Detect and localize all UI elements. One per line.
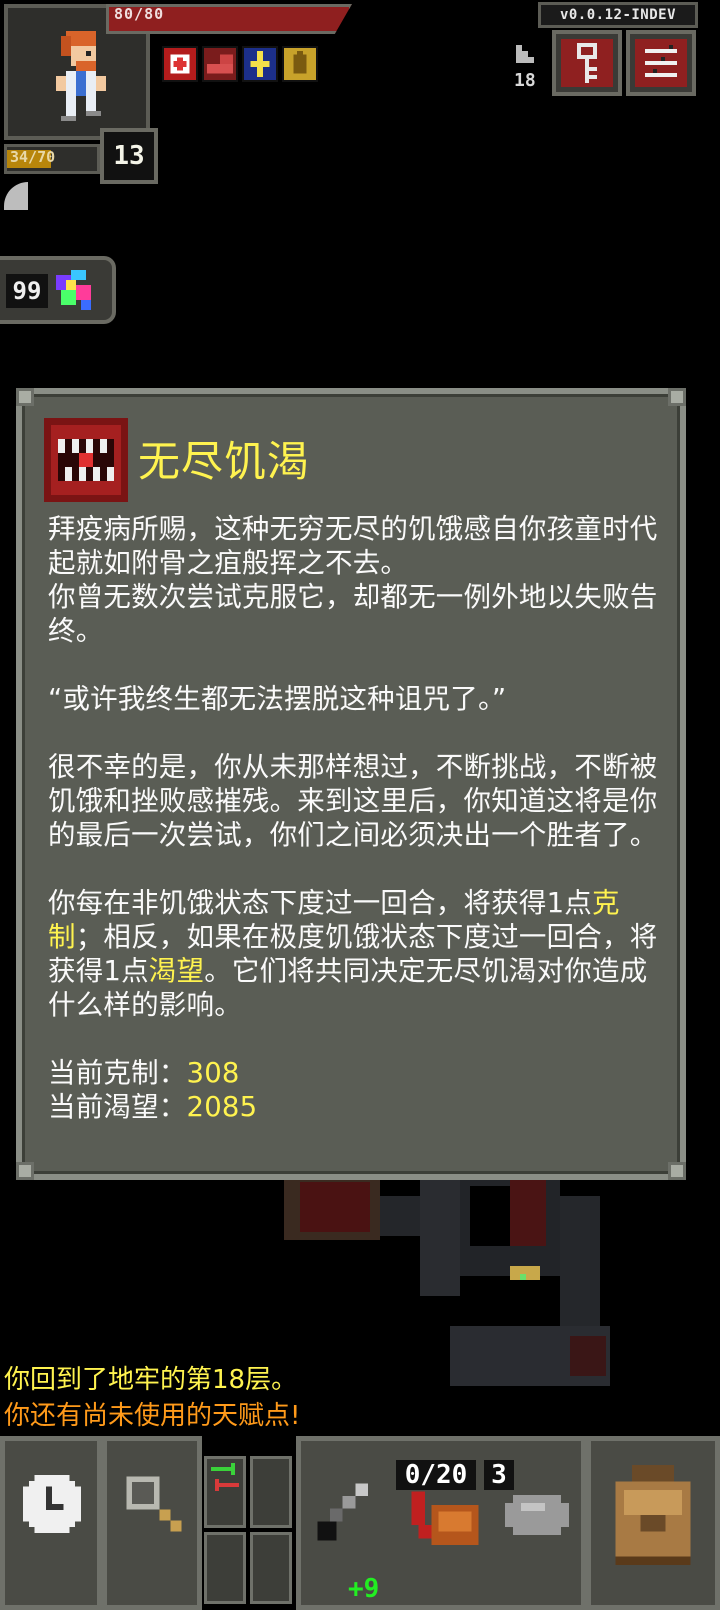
quickslot-counter: 0/20 bbox=[396, 1460, 476, 1490]
bless-buff-icon[interactable] bbox=[242, 46, 278, 82]
dialog-corner-stud bbox=[668, 388, 686, 406]
empty-slot[interactable] bbox=[204, 1532, 246, 1604]
search-button[interactable] bbox=[102, 1436, 202, 1610]
medkit-buff-icon[interactable] bbox=[162, 46, 198, 82]
dialog-title: 无尽饥渴 bbox=[138, 437, 311, 486]
magnifier-icon bbox=[126, 1476, 182, 1532]
light-buff-icon[interactable] bbox=[282, 46, 318, 82]
dungeon-map[interactable] bbox=[280, 1176, 620, 1396]
experience-text: 34/70 bbox=[10, 148, 56, 166]
version-label: v0.0.12-INDEV bbox=[538, 2, 698, 28]
menu-icon bbox=[645, 45, 677, 77]
dialog-paragraph: 拜疫病所赐，这种无穷无尽的饥饿感自你孩童时代起就如附骨之疽般挥之不去。 bbox=[48, 513, 658, 579]
journal-button[interactable] bbox=[552, 30, 622, 96]
dialog-body: 拜疫病所赐，这种无穷无尽的饥饿感自你孩童时代起就如附骨之疽般挥之不去。 你曾无数… bbox=[48, 512, 666, 1124]
dialog-corner-stud bbox=[668, 1162, 686, 1180]
weapon-icon bbox=[317, 1483, 368, 1541]
restraint-stat: 当前克制：308 bbox=[48, 1057, 240, 1089]
key-icon bbox=[577, 43, 597, 83]
backpack-button[interactable] bbox=[586, 1436, 720, 1610]
backpack-icon bbox=[615, 1465, 691, 1565]
empty-slot[interactable] bbox=[250, 1456, 292, 1528]
craving-stat: 当前渴望：2085 bbox=[48, 1091, 258, 1123]
stone-icon bbox=[505, 1495, 569, 1535]
weapon-upgrade-level: +9 bbox=[348, 1574, 380, 1604]
quickslot-count: 3 bbox=[484, 1460, 514, 1490]
quickslot-swap-grid[interactable] bbox=[204, 1456, 296, 1610]
hero-level: 13 bbox=[100, 128, 158, 184]
hunger-buff-icon[interactable] bbox=[202, 46, 238, 82]
dialog-corner-stud bbox=[16, 1162, 34, 1180]
gauge-value: 99 bbox=[6, 274, 48, 308]
empty-slot[interactable] bbox=[250, 1532, 292, 1604]
swap-icon bbox=[211, 1463, 239, 1491]
dialog-quote: “或许我终生都无法摆脱这种诅咒了。” bbox=[48, 683, 507, 715]
hero-portrait-icon bbox=[56, 31, 106, 121]
clock-icon bbox=[23, 1475, 81, 1533]
depth-indicator: 18 bbox=[514, 70, 536, 91]
stairs-icon bbox=[516, 45, 534, 63]
glitch-icon bbox=[56, 270, 91, 310]
log-line: 你回到了地牢的第18层。 bbox=[4, 1365, 298, 1395]
log-line: 你还有尚未使用的天赋点! bbox=[4, 1401, 301, 1431]
quarter-dial-icon bbox=[4, 182, 28, 210]
dialog-paragraph: 你每在非饥饿状态下度过一回合，将获得1点克制；相反，如果在极度饥饿状态下度过一回… bbox=[48, 887, 658, 1021]
meat-icon bbox=[411, 1491, 479, 1545]
dialog-corner-stud bbox=[16, 388, 34, 406]
gaping-maw-icon bbox=[44, 418, 128, 502]
craving-keyword[interactable]: 渴望 bbox=[149, 955, 204, 987]
dialog-paragraph: 你曾无数次尝试克服它，却都无一例外地以失败告终。 bbox=[48, 581, 658, 647]
wait-button[interactable] bbox=[0, 1436, 102, 1610]
health-text: 80/80 bbox=[114, 5, 165, 23]
menu-button[interactable] bbox=[626, 30, 696, 96]
swap-slot[interactable] bbox=[204, 1456, 246, 1528]
game-log: 你回到了地牢的第18层。 你还有尚未使用的天赋点! bbox=[4, 1362, 300, 1434]
dialog-paragraph: 很不幸的是，你从未那样想过，不断挑战，不断被饥饿和挫败感摧残。来到这里后，你知道… bbox=[48, 751, 658, 851]
